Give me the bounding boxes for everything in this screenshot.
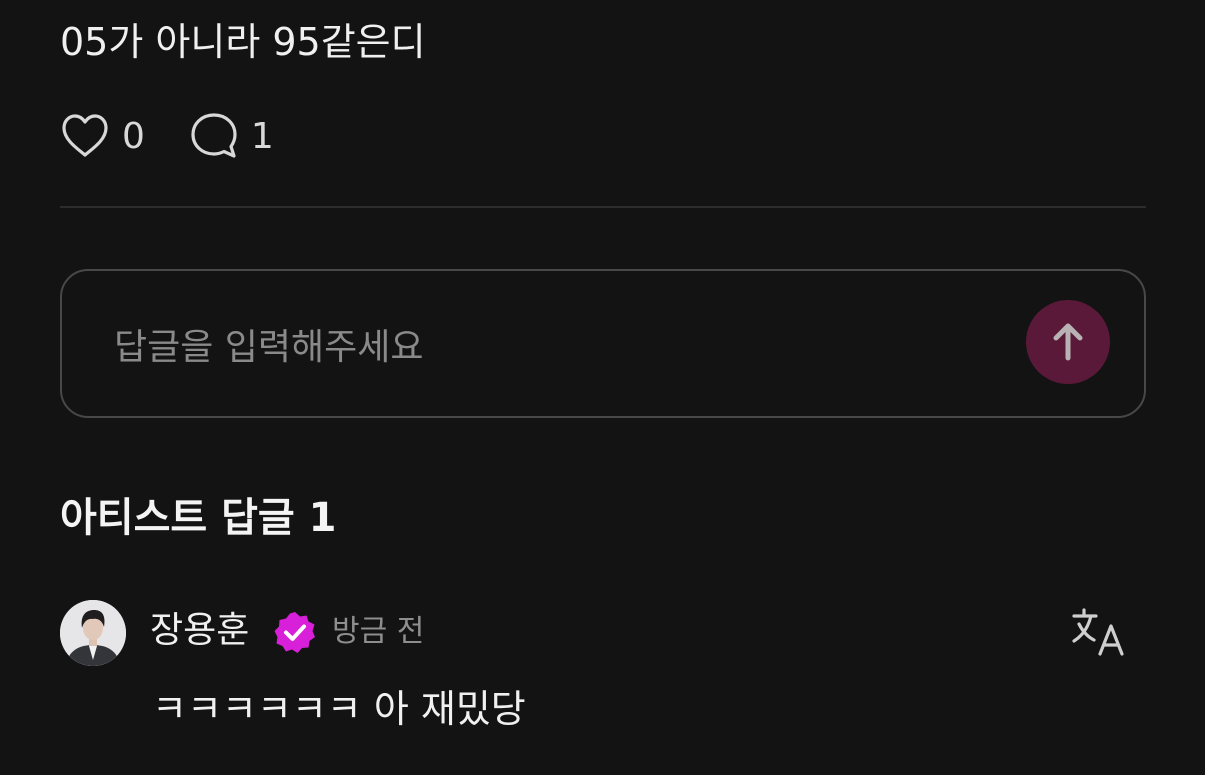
comment-button[interactable]: 1: [189, 111, 274, 161]
post-text: 05가 아니라 95같은디: [60, 20, 426, 64]
reply-timestamp: 방금 전: [332, 614, 425, 649]
translate-icon: [1072, 608, 1124, 656]
reply-text: ㅋㅋㅋㅋㅋㅋ 아 재밌당: [152, 687, 526, 731]
reply-input-box: [60, 269, 1146, 418]
chat-bubble-icon: [189, 111, 239, 161]
like-button[interactable]: 0: [60, 111, 145, 161]
divider: [60, 206, 1146, 208]
heart-outline-icon: [60, 111, 110, 161]
send-button[interactable]: [1026, 300, 1110, 384]
verified-badge-icon: [273, 610, 317, 654]
reply-thread-page: 05가 아니라 95같은디 0 1 답글을 입력해주세요 아티스트 답글 1 장…: [0, 0, 1205, 775]
artist-replies-title: 아티스트 답글 1: [60, 495, 337, 541]
comment-count: 1: [250, 115, 274, 157]
author-name[interactable]: 장용훈: [150, 605, 249, 657]
like-count: 0: [122, 115, 145, 157]
reply-input[interactable]: [112, 311, 976, 383]
arrow-up-icon: [1026, 300, 1110, 384]
translate-button[interactable]: [1070, 604, 1130, 660]
avatar[interactable]: [60, 600, 126, 666]
post-actions: 0 1: [60, 108, 274, 164]
